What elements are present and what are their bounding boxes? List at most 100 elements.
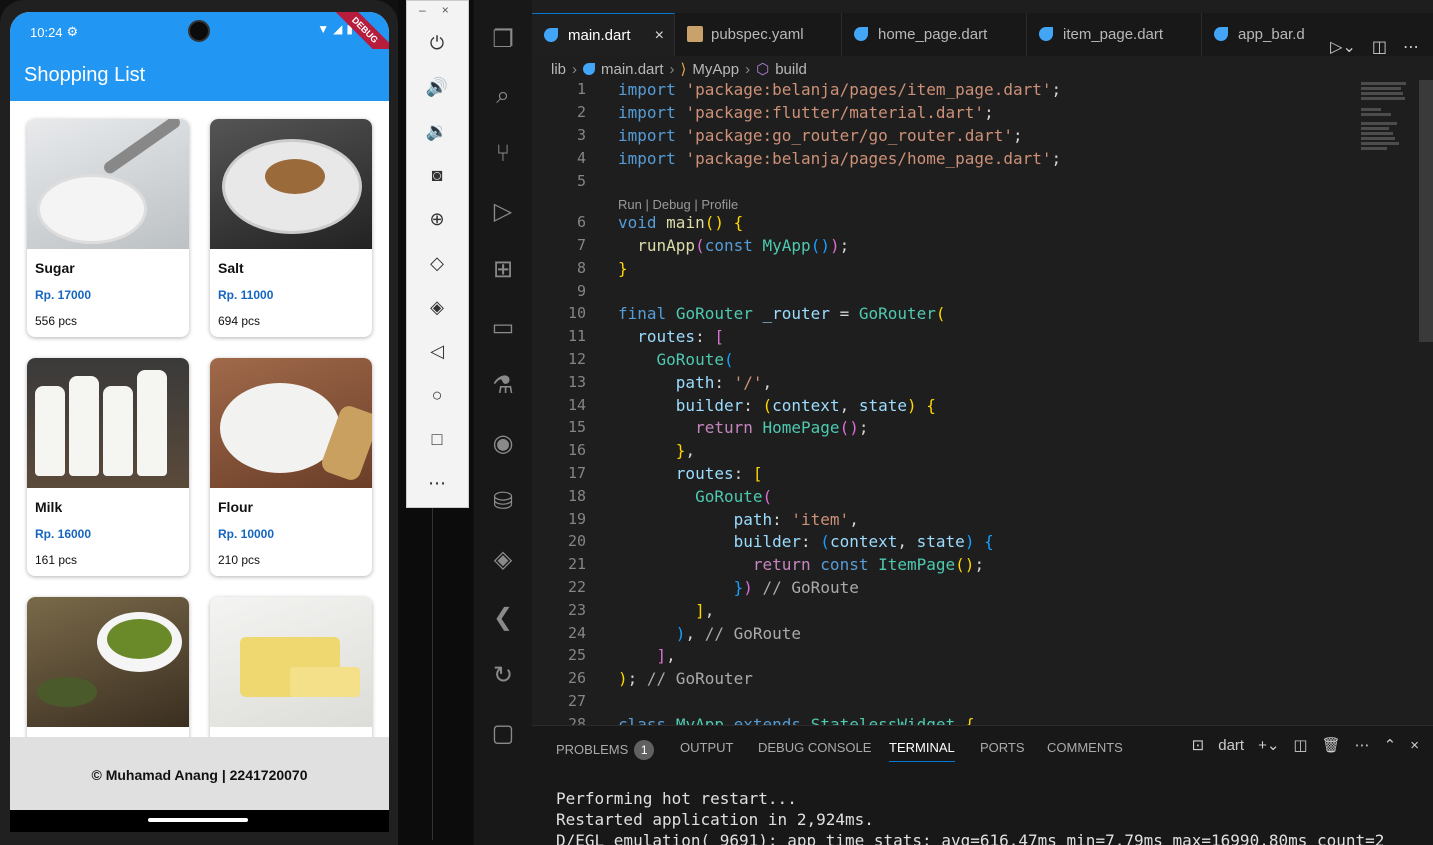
phone-frame: 10:24 ⚙ ▼ ◢ ▮ DEBUG Shopping List Sugar …: [0, 0, 398, 845]
product-image: [210, 597, 372, 727]
terminal-label[interactable]: dart: [1218, 737, 1244, 754]
tab-ports[interactable]: PORTS: [980, 740, 1025, 755]
more-icon[interactable]: ⋯: [1355, 736, 1370, 754]
tab-home-page[interactable]: home_page.dart: [842, 13, 1027, 56]
more-icon[interactable]: ⋯: [425, 471, 449, 495]
product-card-sugar[interactable]: Sugar Rp. 17000 556 pcs: [27, 119, 189, 337]
new-terminal-icon[interactable]: +⌄: [1258, 736, 1279, 754]
tab-pubspec-yaml[interactable]: pubspec.yaml: [675, 13, 842, 56]
yaml-icon: [687, 26, 703, 42]
search-icon[interactable]: ⌕: [487, 80, 519, 112]
split-editor-icon[interactable]: ◫: [1372, 26, 1387, 69]
tab-terminal[interactable]: TERMINAL: [889, 740, 955, 762]
terminal-icon: ⊡: [1191, 737, 1205, 754]
codelens[interactable]: Run | Debug | Profile: [618, 197, 738, 212]
tab-debug-console[interactable]: DEBUG CONSOLE: [758, 740, 871, 755]
database-icon[interactable]: ⛁: [487, 486, 519, 518]
tab-app-bar[interactable]: app_bar.d: [1202, 13, 1322, 56]
close-icon[interactable]: ×: [655, 14, 664, 57]
testing-icon[interactable]: ⚗: [487, 370, 519, 402]
product-price: Rp. 11000: [218, 288, 274, 302]
app-title: Shopping List: [24, 64, 146, 86]
emulator-toolbar: – × ⏻ 🔊 🔉 ◙ ⊕ ◇ ◈ ◁ ○ □ ⋯: [406, 0, 469, 508]
remote-explorer-icon[interactable]: ▭: [487, 312, 519, 344]
tab-comments[interactable]: COMMENTS: [1047, 740, 1123, 755]
code-editor[interactable]: 1 import 'package:belanja/pages/item_page…: [532, 80, 1433, 725]
product-name: Flour: [218, 499, 253, 515]
run-icon[interactable]: ▷⌄: [1330, 26, 1356, 69]
settings-icon: ⚙: [66, 24, 79, 39]
class-icon: ⟩: [680, 61, 687, 78]
home-indicator[interactable]: [148, 818, 248, 822]
product-price: Rp. 17000: [35, 288, 92, 302]
zoom-icon[interactable]: ⊕: [425, 207, 449, 231]
product-image: [210, 358, 372, 488]
editor-scrollbar[interactable]: [1419, 80, 1433, 342]
product-stock: 556 pcs: [35, 314, 78, 328]
tab-problems[interactable]: PROBLEMS 1: [556, 740, 655, 760]
dart-icon: [544, 28, 558, 42]
rotate-right-icon[interactable]: ◈: [425, 295, 449, 319]
tab-main-dart[interactable]: main.dart ×: [532, 13, 675, 56]
chat-icon[interactable]: ▢: [487, 718, 519, 750]
product-name: Milk: [35, 499, 63, 515]
method-icon: ⬡: [756, 61, 770, 78]
close-panel-icon[interactable]: ×: [1410, 737, 1419, 754]
product-card-tea[interactable]: [27, 597, 189, 737]
dart-icon: [1039, 27, 1053, 41]
chevron-right-icon: ›: [669, 60, 675, 78]
source-control-icon[interactable]: ⑂: [487, 138, 519, 170]
more-actions-icon[interactable]: ⋯: [1403, 26, 1419, 69]
extensions-icon[interactable]: ⊞: [487, 254, 519, 286]
product-image: [27, 119, 189, 249]
editor-tabs: main.dart × pubspec.yaml home_page.dart …: [532, 13, 1433, 56]
product-grid[interactable]: Sugar Rp. 17000 556 pcs Salt Rp. 11000 6…: [10, 101, 389, 737]
maximize-panel-icon[interactable]: ⌃: [1384, 736, 1397, 754]
tab-item-page[interactable]: item_page.dart: [1027, 13, 1202, 56]
rotate-left-icon[interactable]: ◇: [425, 251, 449, 275]
split-terminal-icon[interactable]: ◫: [1293, 736, 1307, 754]
footer: © Muhamad Anang | 2241720070: [10, 737, 389, 810]
power-icon[interactable]: ⏻: [425, 31, 449, 55]
back-icon[interactable]: ◁: [425, 339, 449, 363]
volume-up-icon[interactable]: 🔊: [425, 75, 449, 99]
breadcrumb-item[interactable]: main.dart: [601, 61, 664, 78]
dart-icon: [1214, 27, 1228, 41]
terminal-line: Restarted application in 2,924ms.: [556, 810, 874, 829]
app-bar: Shopping List: [10, 49, 389, 101]
dart-icon: [854, 27, 868, 41]
camera-cutout: [188, 20, 210, 42]
run-debug-icon[interactable]: ▷: [487, 196, 519, 228]
minimap[interactable]: [1361, 80, 1421, 200]
product-card-butter[interactable]: [210, 597, 372, 737]
breadcrumb-item[interactable]: build: [775, 61, 807, 78]
bottom-panel: PROBLEMS 1 OUTPUT DEBUG CONSOLE TERMINAL …: [532, 725, 1433, 845]
layers-icon[interactable]: ◈: [487, 544, 519, 576]
explorer-icon[interactable]: ❐: [487, 24, 519, 56]
product-stock: 210 pcs: [218, 553, 261, 567]
dart-icon: [583, 63, 596, 75]
home-icon[interactable]: ○: [425, 383, 449, 407]
trash-icon[interactable]: 🗑: [1322, 736, 1341, 754]
volume-down-icon[interactable]: 🔉: [425, 119, 449, 143]
product-image: [210, 119, 372, 249]
flutter-icon[interactable]: ❮: [487, 602, 519, 634]
product-card-milk[interactable]: Milk Rp. 16000 161 pcs: [27, 358, 189, 576]
wifi-icon: ▼: [317, 22, 330, 36]
tab-output[interactable]: OUTPUT: [680, 740, 733, 755]
terminal-output[interactable]: Performing hot restart... Restarted appli…: [556, 788, 1384, 845]
signal-icon: ◢: [333, 22, 343, 36]
product-card-flour[interactable]: Flour Rp. 10000 210 pcs: [210, 358, 372, 576]
close-button[interactable]: ×: [442, 3, 449, 17]
overview-icon[interactable]: □: [425, 427, 449, 451]
breadcrumb-item[interactable]: lib: [551, 61, 566, 78]
github-icon[interactable]: ◉: [487, 428, 519, 460]
breadcrumb-item[interactable]: MyApp: [692, 61, 739, 78]
camera-icon[interactable]: ◙: [425, 163, 449, 187]
product-card-salt[interactable]: Salt Rp. 11000 694 pcs: [210, 119, 372, 337]
product-image: [27, 597, 189, 727]
live-share-icon[interactable]: ↻: [487, 660, 519, 692]
phone-screen: 10:24 ⚙ ▼ ◢ ▮ DEBUG Shopping List Sugar …: [10, 12, 389, 832]
minimize-button[interactable]: –: [419, 3, 426, 17]
nav-bar: [10, 810, 389, 832]
